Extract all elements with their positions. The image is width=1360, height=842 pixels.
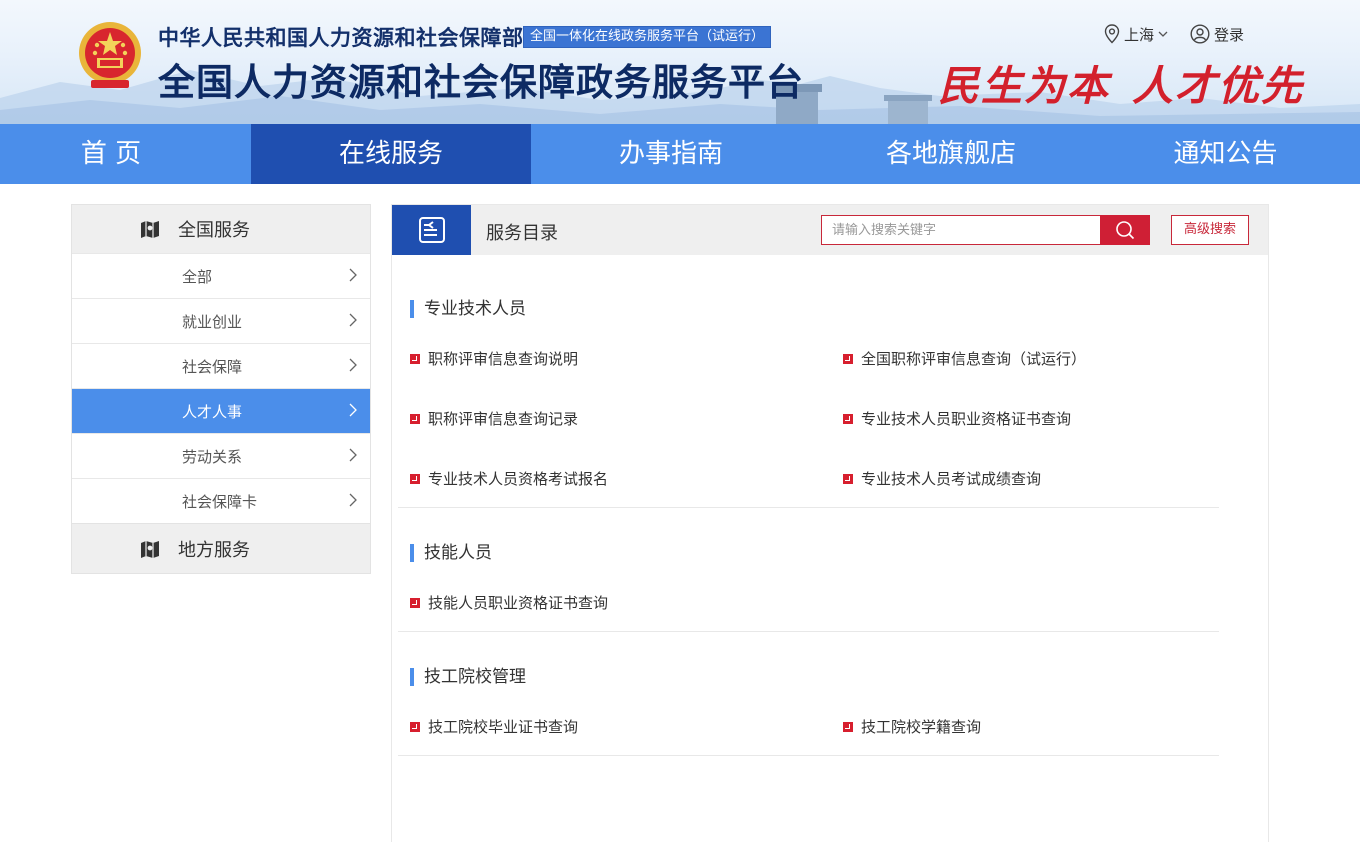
service-link[interactable]: 专业技术人员考试成绩查询 (843, 468, 1041, 489)
nav-local-stores[interactable]: 各地旗舰店 (811, 124, 1091, 184)
search-input[interactable] (821, 215, 1100, 245)
user-circle-icon (1190, 24, 1210, 44)
chevron-right-icon (349, 448, 357, 462)
trial-badge: 全国一体化在线政务服务平台（试运行） (523, 26, 772, 48)
arrow-bullet-icon (410, 721, 420, 732)
platform-title: 全国人力资源和社会保障政务服务平台 (158, 61, 804, 104)
service-link-label: 专业技术人员职业资格证书查询 (861, 410, 1072, 428)
section-title: 技工院校管理 (410, 668, 526, 686)
sidebar-national-services[interactable]: 全国服务 (72, 205, 370, 253)
service-link[interactable]: 全国职称评审信息查询（试运行） (843, 348, 1086, 369)
chevron-right-icon (349, 313, 357, 327)
sidebar-item-label: 劳动关系 (182, 447, 243, 466)
service-link-label: 技能人员职业资格证书查询 (428, 594, 609, 612)
service-link[interactable]: 技工院校毕业证书查询 (410, 716, 578, 737)
login-link[interactable]: 登录 (1190, 24, 1244, 45)
service-link[interactable]: 专业技术人员资格考试报名 (410, 468, 608, 489)
chevron-down-icon (1158, 31, 1168, 37)
sidebar-item-labor-relations[interactable]: 劳动关系 (72, 433, 370, 478)
sidebar-item-label: 全部 (182, 267, 213, 286)
sidebar-item-label: 就业创业 (182, 312, 243, 331)
chevron-right-icon (349, 268, 357, 282)
sidebar-item-social-security[interactable]: 社会保障 (72, 343, 370, 388)
service-link[interactable]: 技能人员职业资格证书查询 (410, 592, 608, 613)
sidebar-item-talent[interactable]: 人才人事 (72, 388, 370, 433)
search-icon (1116, 221, 1135, 240)
chevron-right-icon (349, 403, 357, 417)
slogan-right: 人才优先 (1132, 62, 1304, 110)
arrow-bullet-icon (843, 721, 853, 732)
header-actions: 上海 登录 (1104, 24, 1244, 44)
service-link[interactable]: 职称评审信息查询说明 (410, 348, 578, 369)
slogan: 民生为本 人才优先 (938, 52, 1304, 112)
arrow-bullet-icon (843, 353, 853, 364)
catalog-header: 服务目录 高级搜索 (392, 205, 1268, 255)
sidebar-item-label: 社会保障卡 (182, 492, 258, 511)
service-link[interactable]: 技工院校学籍查询 (843, 716, 981, 737)
sidebar-national-label: 全国服务 (178, 220, 250, 241)
map-icon (141, 221, 159, 238)
location-label: 上海 (1124, 25, 1155, 44)
section-skilled-workers: 技能人员 技能人员职业资格证书查询 (398, 508, 1219, 632)
arrow-bullet-icon (410, 353, 420, 364)
catalog-icon (418, 217, 445, 243)
catalog-title: 服务目录 (486, 223, 558, 244)
site-header: 中华人民共和国人力资源和社会保障部 全国一体化在线政务服务平台（试运行） 全国人… (0, 0, 1360, 124)
service-link-label: 职称评审信息查询记录 (428, 410, 579, 428)
sidebar-item-label: 人才人事 (182, 402, 243, 421)
advanced-search-button[interactable]: 高级搜索 (1171, 215, 1249, 245)
sidebar-item-employment[interactable]: 就业创业 (72, 298, 370, 343)
chevron-right-icon (349, 358, 357, 372)
arrow-bullet-icon (410, 473, 420, 484)
login-label: 登录 (1214, 25, 1245, 44)
nav-notices[interactable]: 通知公告 (1091, 124, 1360, 184)
search-button[interactable] (1100, 215, 1150, 245)
service-link-label: 技工院校毕业证书查询 (428, 718, 579, 736)
service-link-label: 全国职称评审信息查询（试运行） (861, 350, 1087, 368)
service-link-label: 专业技术人员考试成绩查询 (861, 470, 1042, 488)
service-link-label: 技工院校学籍查询 (861, 718, 982, 736)
service-catalog-panel: 服务目录 高级搜索 专业技术人员 职称评审信息查询说明 全国职称评审信息查询（试… (391, 204, 1269, 842)
arrow-bullet-icon (410, 597, 420, 608)
service-link[interactable]: 职称评审信息查询记录 (410, 408, 578, 429)
chevron-right-icon (349, 493, 357, 507)
arrow-bullet-icon (843, 473, 853, 484)
catalog-icon-box (392, 205, 471, 255)
ministry-name: 中华人民共和国人力资源和社会保障部 (158, 26, 524, 50)
sidebar-item-ss-card[interactable]: 社会保障卡 (72, 478, 370, 523)
sidebar-item-all[interactable]: 全部 (72, 253, 370, 298)
sidebar: 全国服务 全部 就业创业 社会保障 人才人事 劳动关系 社会保障卡 地方服务 (71, 204, 371, 574)
location-selector[interactable]: 上海 (1104, 24, 1168, 45)
service-link[interactable]: 专业技术人员职业资格证书查询 (843, 408, 1071, 429)
nav-guide[interactable]: 办事指南 (531, 124, 811, 184)
location-pin-icon (1104, 24, 1120, 44)
service-link-label: 专业技术人员资格考试报名 (428, 470, 609, 488)
service-link-label: 职称评审信息查询说明 (428, 350, 579, 368)
national-emblem-icon (79, 22, 141, 88)
arrow-bullet-icon (410, 413, 420, 424)
map-icon (141, 540, 159, 558)
section-title: 技能人员 (410, 544, 492, 562)
section-title: 专业技术人员 (410, 300, 526, 318)
section-technical-schools: 技工院校管理 技工院校毕业证书查询 技工院校学籍查询 (398, 632, 1219, 756)
slogan-left: 民生为本 (938, 62, 1110, 110)
sidebar-item-label: 社会保障 (182, 357, 243, 376)
arrow-bullet-icon (843, 413, 853, 424)
section-professional-technical: 专业技术人员 职称评审信息查询说明 全国职称评审信息查询（试运行） 职称评审信息… (398, 255, 1219, 508)
sidebar-local-services[interactable]: 地方服务 (72, 523, 370, 573)
nav-online-services[interactable]: 在线服务 (251, 124, 531, 184)
sidebar-local-label: 地方服务 (178, 539, 250, 561)
main-nav: 首 页 在线服务 办事指南 各地旗舰店 通知公告 (0, 124, 1360, 184)
nav-home[interactable]: 首 页 (0, 124, 222, 184)
